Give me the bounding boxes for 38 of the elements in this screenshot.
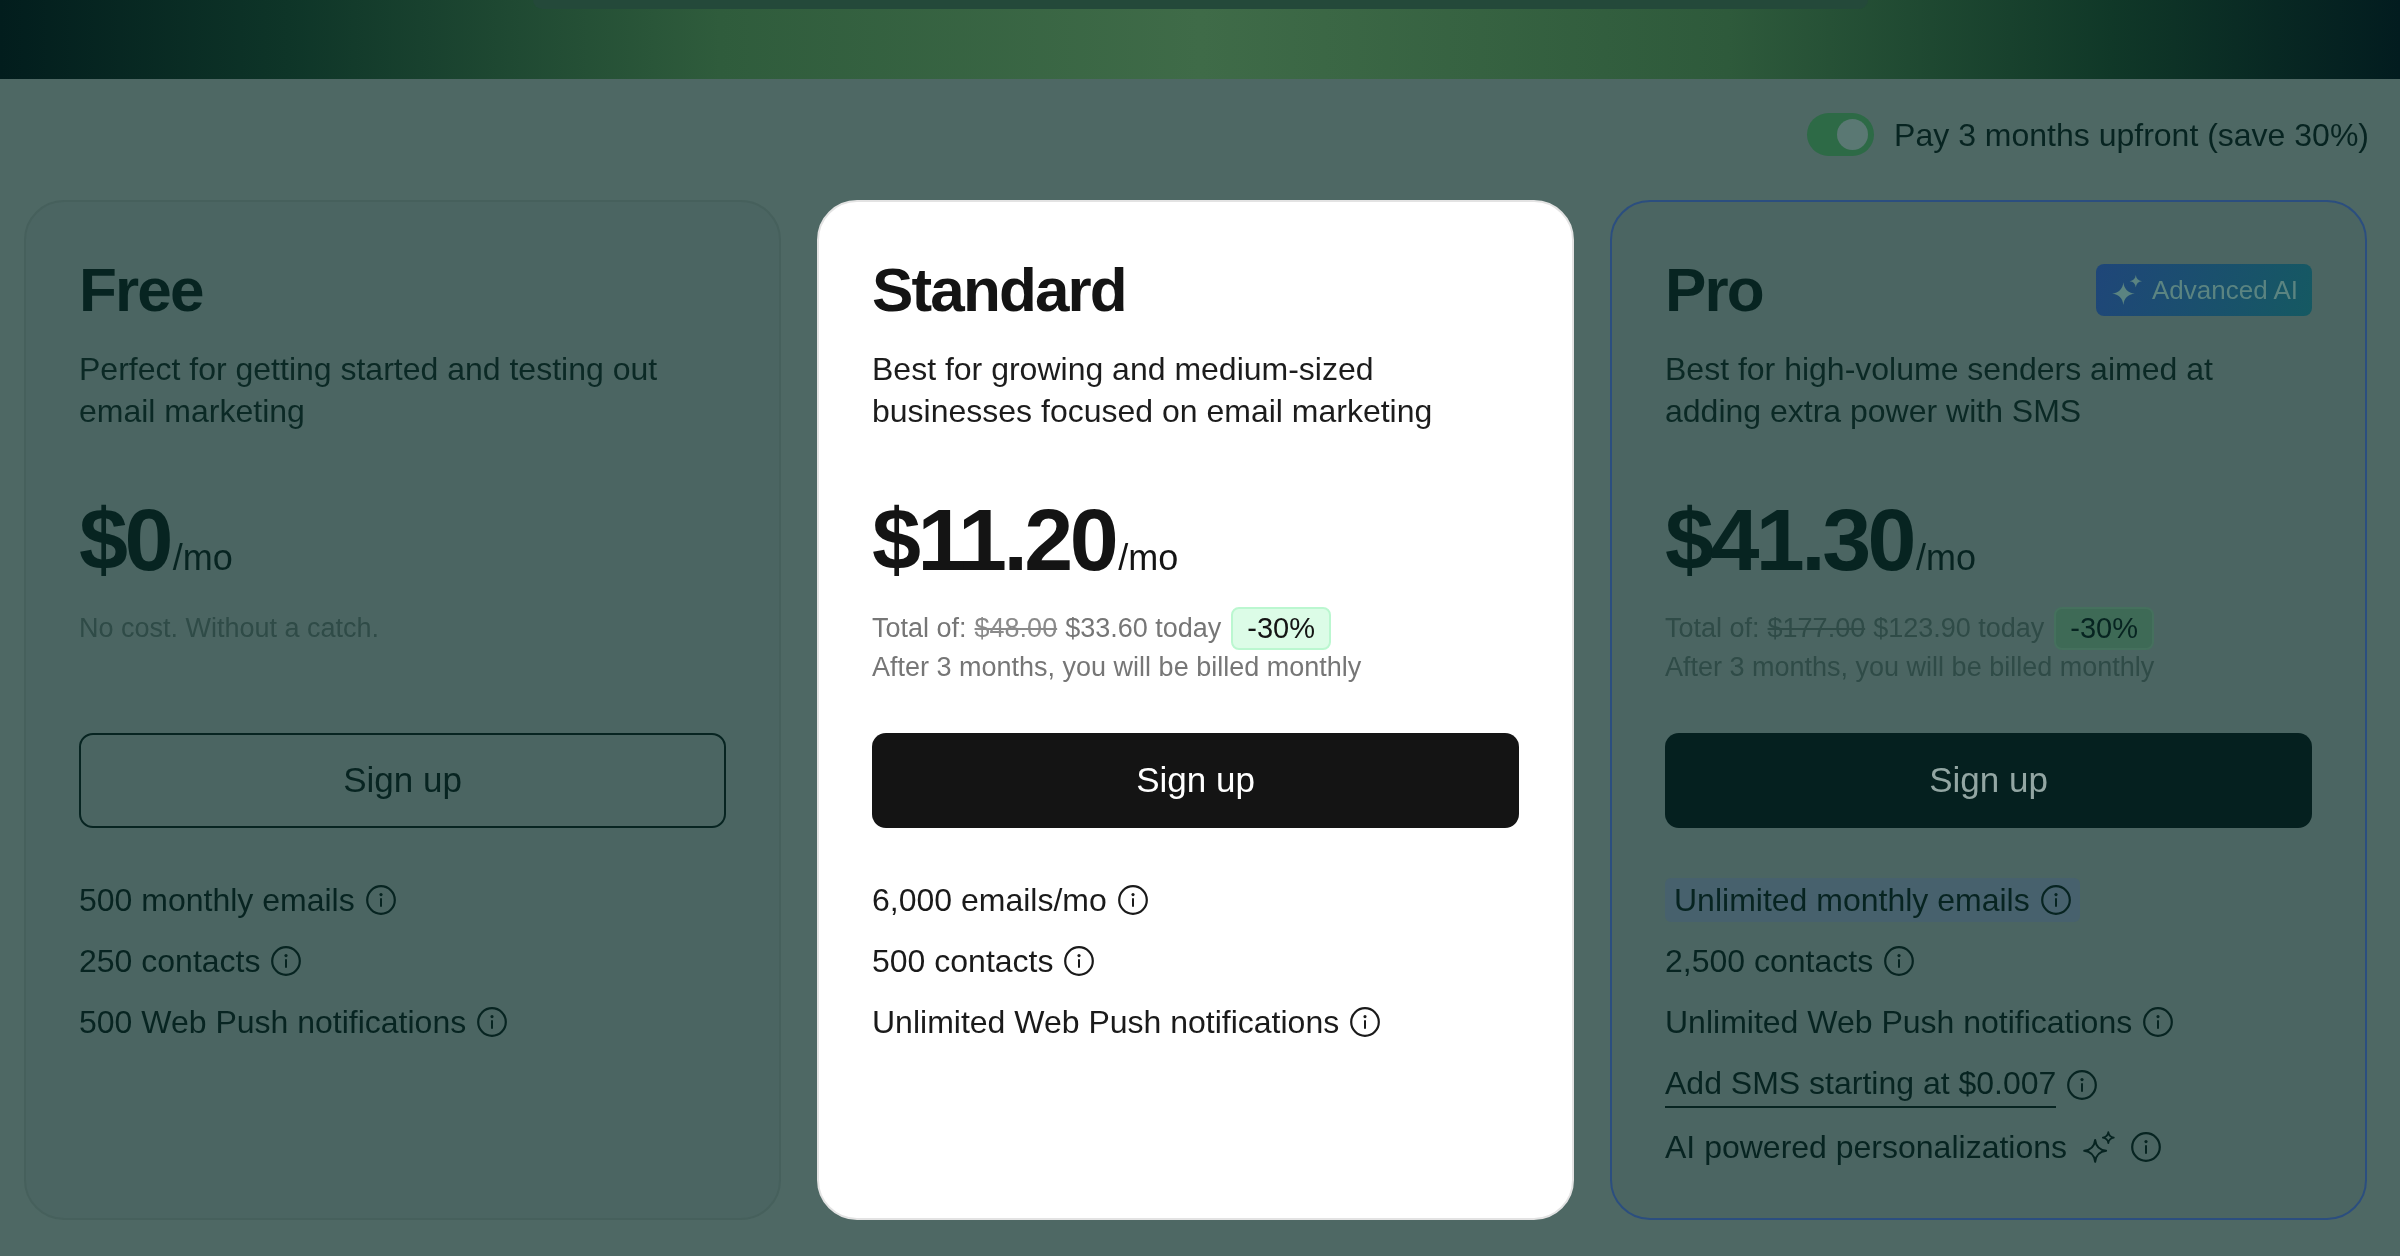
plan-title: Free xyxy=(79,259,203,321)
plan-title: Standard xyxy=(872,259,1126,321)
feature-text: Unlimited Web Push notifications xyxy=(1665,1003,2133,1042)
sign-up-button[interactable]: Sign up xyxy=(1665,733,2312,828)
plan-price: $11.20 xyxy=(872,496,1116,584)
plan-description: Best for growing and medium-sized businesses focused on email marketing xyxy=(872,350,1434,431)
price-period: /mo xyxy=(1118,540,1179,576)
plan-description: Perfect for getting started and testing out email marketing xyxy=(79,350,659,431)
total-label: Total of: xyxy=(872,612,967,645)
toggle-switch[interactable] xyxy=(1807,113,1875,156)
info-icon[interactable] xyxy=(1117,885,1148,915)
price-period: /mo xyxy=(172,540,233,576)
plan-title: Pro xyxy=(1665,259,1763,321)
discount-badge: -30% xyxy=(1231,607,1331,650)
discounted-total: $33.60 today xyxy=(1065,612,1222,645)
sparkle-icon xyxy=(2112,275,2142,305)
sparkle-icon xyxy=(2082,1130,2116,1164)
billing-note: After 3 months, you will be billed monthly xyxy=(872,651,1363,684)
feature-text: Unlimited Web Push notifications xyxy=(872,1003,1340,1042)
toggle-label: Pay 3 months upfront (save 30%) xyxy=(1894,115,2369,155)
feature-text: Unlimited monthly emails xyxy=(1674,881,2030,920)
feature-text: 2,500 contacts xyxy=(1665,942,1874,981)
feature-text: 500 monthly emails xyxy=(79,881,355,920)
info-icon[interactable] xyxy=(1350,1007,1381,1037)
original-total: $48.00 xyxy=(974,612,1058,645)
price-period: /mo xyxy=(1916,540,1977,576)
badge-label: Advanced AI xyxy=(2152,273,2298,307)
feature-text: 500 Web Push notifications xyxy=(79,1003,467,1042)
info-icon[interactable] xyxy=(1064,946,1095,976)
plan-price: $0 xyxy=(79,496,170,584)
feature-text: 500 contacts xyxy=(872,942,1054,981)
feature-text: 6,000 emails/mo xyxy=(872,881,1107,920)
feature-text: AI powered personalizations xyxy=(1665,1128,2067,1167)
sign-up-button[interactable]: Sign up xyxy=(872,733,1519,828)
feature-text: 250 contacts xyxy=(79,942,261,981)
plan-description: Best for high-volume senders aimed at adding extra power with SMS xyxy=(1665,350,2214,431)
discount-badge: -30% xyxy=(2054,607,2155,650)
plan-price: $41.30 xyxy=(1665,496,1914,584)
